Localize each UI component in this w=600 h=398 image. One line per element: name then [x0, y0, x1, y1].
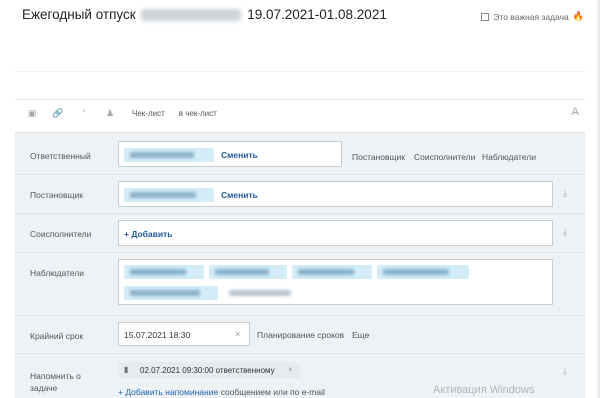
observer-chip[interactable]	[209, 265, 287, 279]
bell-icon: ▮	[124, 365, 129, 374]
redacted-name	[141, 9, 242, 22]
creator-label: Постановщик	[30, 190, 84, 200]
flame-icon: 🔥	[572, 11, 584, 21]
important-label: Это важная задача	[493, 11, 569, 22]
creator-chip[interactable]	[124, 188, 214, 202]
window-edge	[596, 0, 600, 398]
add-reminder-hint: сообщением или по e-mail	[220, 387, 325, 397]
remind-label-line2: задаче	[30, 383, 58, 393]
to-checklist-button[interactable]: в чек-лист	[179, 109, 217, 118]
remind-label-line1: Напомнить о	[30, 371, 81, 381]
clear-icon[interactable]: ×	[235, 329, 240, 339]
description-editor-lower[interactable]	[15, 72, 585, 100]
remind-label: Напомнить о задаче	[30, 370, 81, 394]
user-icon[interactable]: ♟	[102, 108, 118, 119]
add-reminder: + Добавить напоминание сообщением или по…	[118, 387, 325, 397]
task-title-dates: 19.07.2021-01.08.2021	[247, 7, 387, 22]
responsible-label: Ответственный	[30, 151, 91, 161]
creator-field[interactable]: Сменить	[118, 181, 553, 207]
important-toggle[interactable]: Это важная задача 🔥	[481, 11, 584, 22]
description-editor[interactable]	[15, 32, 585, 72]
assistants-row: Соисполнители + Добавить ⤓	[15, 214, 585, 253]
add-reminder-link[interactable]: + Добавить напоминание	[118, 387, 218, 397]
observers-row: Наблюдатели	[15, 253, 585, 316]
observer-chip[interactable]	[377, 265, 469, 279]
windows-activation-watermark: Активация Windows	[433, 384, 535, 396]
format-button[interactable]: A	[572, 106, 579, 118]
role-option-creator[interactable]: Постановщик	[352, 152, 405, 162]
task-title-prefix: Ежегодный отпуск	[22, 7, 136, 22]
task-title[interactable]: Ежегодный отпуск 19.07.2021-01.08.2021	[22, 7, 387, 22]
task-header: Ежегодный отпуск 19.07.2021-01.08.2021 Э…	[0, 0, 600, 32]
responsible-field[interactable]: Сменить	[118, 141, 342, 167]
deadline-value: 15.07.2021 18:30	[124, 330, 191, 340]
role-option-assistants[interactable]: Соисполнители	[414, 152, 475, 162]
observers-field[interactable]	[118, 259, 553, 305]
link-icon[interactable]: 🔗	[50, 108, 66, 119]
creator-change-link[interactable]: Сменить	[221, 190, 258, 200]
observer-chip[interactable]	[124, 265, 204, 279]
responsible-chip[interactable]	[124, 148, 214, 162]
assistants-add-link[interactable]: + Добавить	[124, 229, 173, 239]
responsible-row: Ответственный Сменить Постановщик Соиспо…	[15, 133, 585, 175]
deadline-more-link[interactable]: Еще	[352, 330, 369, 340]
deadline-input[interactable]: 15.07.2021 18:30 ×	[118, 322, 250, 346]
creator-row: Постановщик Сменить ⤓	[15, 175, 585, 214]
pin-icon[interactable]: ⤓	[563, 188, 567, 199]
clear-icon[interactable]: ×	[288, 365, 293, 374]
observers-label: Наблюдатели	[30, 268, 84, 278]
responsible-change-link[interactable]: Сменить	[221, 150, 258, 160]
quote-icon[interactable]: “	[76, 108, 92, 118]
deadline-planning-link[interactable]: Планирование сроков	[257, 330, 344, 340]
role-option-observers[interactable]: Наблюдатели	[482, 152, 536, 162]
pin-icon[interactable]: ⤓	[563, 227, 567, 238]
observer-chip[interactable]	[292, 265, 372, 279]
assistants-field[interactable]: + Добавить	[118, 220, 553, 246]
editor-toolbar: ▣ 🔗 “ ♟ Чек-лист в чек-лист A	[15, 100, 585, 126]
deadline-row: Крайний срок 15.07.2021 18:30 × Планиров…	[15, 316, 585, 354]
observer-chip[interactable]	[124, 286, 218, 300]
assistants-label: Соисполнители	[30, 229, 92, 239]
reminder-chip[interactable]: ▮ 02.07.2021 09:30:00 ответственному ×	[118, 362, 300, 378]
video-icon[interactable]: ▣	[24, 108, 40, 119]
important-checkbox[interactable]	[481, 12, 490, 21]
reminder-text: 02.07.2021 09:30:00 ответственному	[140, 366, 275, 375]
deadline-label: Крайний срок	[30, 331, 84, 341]
observers-add-link[interactable]	[223, 286, 293, 300]
pin-icon[interactable]: ⤓	[563, 366, 567, 377]
checklist-button[interactable]: Чек-лист	[132, 109, 165, 118]
task-properties-panel: Ответственный Сменить Постановщик Соиспо…	[15, 132, 585, 398]
